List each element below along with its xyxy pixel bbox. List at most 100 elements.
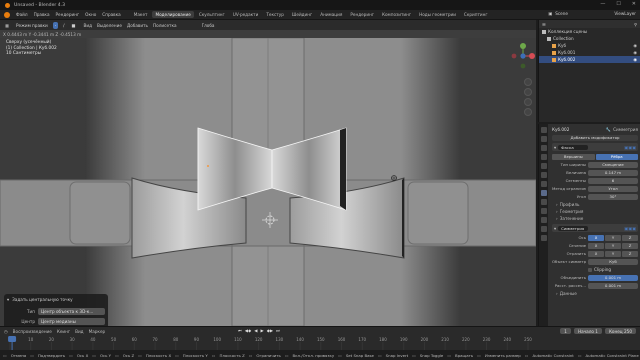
bisect-distance-field[interactable]: 0.001 m — [588, 282, 638, 289]
bevel-subpanel[interactable]: › Геометрия — [552, 208, 638, 215]
bevel-property-field[interactable]: 0.147 m — [588, 169, 638, 176]
prev-keyframe-icon[interactable]: ◀◆ — [245, 328, 251, 333]
start-frame-field[interactable]: 1 — [595, 329, 598, 334]
viewport-menu-item[interactable]: Добавить — [127, 23, 148, 28]
grid-icon[interactable] — [524, 108, 532, 116]
workspace-tab[interactable]: Макет — [131, 11, 151, 18]
workspace-tab[interactable]: Композитинг — [379, 11, 414, 18]
scene-tab-icon[interactable] — [540, 163, 547, 169]
physics-tab-icon[interactable] — [540, 208, 547, 214]
workspace-tab[interactable]: Рендеринг — [347, 11, 377, 18]
filter-icon[interactable]: ⚲ — [634, 22, 637, 27]
axis-toggle-x[interactable]: X — [588, 234, 604, 241]
edges-mode[interactable]: Рёбра — [595, 153, 638, 160]
mode-selector[interactable]: Режим правки — [13, 21, 50, 29]
axis-toggle-y[interactable]: Y — [605, 242, 621, 249]
outliner-row[interactable]: Куб.002 ◉ — [539, 56, 640, 63]
world-tab-icon[interactable] — [540, 172, 547, 178]
blender-logo-icon[interactable] — [4, 11, 10, 18]
next-keyframe-icon[interactable]: ◆▶ — [267, 328, 273, 333]
chevron-down-icon[interactable]: ▾ — [554, 226, 556, 231]
menu-item[interactable]: Рендеринг — [56, 12, 80, 17]
bevel-property-field[interactable]: Смещение — [588, 161, 638, 168]
mirror-modifier-name[interactable]: Симметрия — [558, 225, 589, 231]
modifier-visibility-icons[interactable]: ▣▣▣ — [624, 145, 636, 150]
menu-item[interactable]: Справка — [102, 12, 120, 17]
constraints-tab-icon[interactable] — [540, 217, 547, 223]
render-tab-icon[interactable] — [540, 136, 547, 142]
outliner-row[interactable]: Куб.001 ◉ — [539, 49, 640, 56]
merge-distance-field[interactable]: 0.001 m — [588, 274, 638, 281]
scene-canvas[interactable] — [0, 38, 536, 326]
workspace-tab[interactable]: Текстур — [263, 11, 287, 18]
material-tab-icon[interactable] — [540, 235, 547, 241]
outliner-row[interactable]: Коллекция сцены — [539, 28, 640, 35]
play-reverse-icon[interactable]: ◀ — [254, 328, 257, 333]
timeline-menu-item[interactable]: Маркер — [89, 329, 106, 334]
maximize-icon[interactable]: ☐ — [616, 1, 620, 7]
mirror-object-field[interactable]: Куб — [588, 258, 638, 265]
visibility-eye-icon[interactable]: ◉ — [633, 43, 637, 48]
workspace-tab[interactable]: UV-редакти — [230, 11, 262, 18]
bevel-property-field[interactable]: 6 — [588, 177, 638, 184]
bevel-modifier-name[interactable]: Фаска — [558, 144, 589, 150]
object-tab-icon[interactable] — [540, 181, 547, 187]
bevel-affect-toggle[interactable]: Вершины Рёбра — [552, 153, 638, 160]
bevel-property-field[interactable]: Угол — [588, 185, 638, 192]
camera-icon[interactable] — [524, 98, 532, 106]
workspace-tab[interactable]: Скульптинг — [196, 11, 228, 18]
particles-tab-icon[interactable] — [540, 199, 547, 205]
workspace-tab[interactable]: Шейдинг — [289, 11, 315, 18]
transform-orientation[interactable]: Глоба — [199, 21, 217, 29]
add-modifier-button[interactable]: Добавить модификатор — [552, 134, 638, 141]
viewport-menu-item[interactable]: Вид — [83, 23, 92, 28]
tool-tab-icon[interactable] — [540, 127, 547, 133]
zoom-icon[interactable] — [524, 78, 532, 86]
bevel-modifier-header[interactable]: ▾ Фаска ▣▣▣ — [552, 143, 638, 151]
workspace-tab[interactable]: Анимация — [317, 11, 345, 18]
end-frame-field[interactable]: 250 — [624, 329, 632, 334]
axis-toggle-x[interactable]: X — [588, 242, 604, 249]
viewport-menu-item[interactable]: Выделение — [97, 23, 122, 28]
editor-type-icon[interactable]: ▦ — [3, 21, 11, 29]
flip-toggle[interactable]: XYZ — [588, 250, 638, 257]
navigation-gizmo[interactable] — [510, 42, 536, 76]
menu-item[interactable]: Файл — [16, 12, 28, 17]
close-icon[interactable]: ✕ — [632, 1, 636, 7]
bevel-property-field[interactable]: 30° — [588, 193, 638, 200]
bevel-subpanel[interactable]: › Профиль — [552, 201, 638, 208]
outliner-editor-icon[interactable]: ☰ — [542, 22, 546, 27]
outliner-row[interactable]: Куб ◉ — [539, 42, 640, 49]
menu-item[interactable]: Окно — [85, 12, 96, 17]
3d-viewport[interactable]: ▦ Режим правки · / ■ Вид Выделение Добавит… — [0, 20, 536, 326]
playhead[interactable] — [8, 336, 17, 342]
chevron-down-icon[interactable]: ▾ — [554, 145, 556, 150]
minimize-icon[interactable]: — — [600, 1, 605, 7]
center-dropdown[interactable]: Центр медианы — [38, 318, 105, 325]
clipping-checkbox[interactable] — [588, 267, 592, 272]
outliner-row[interactable]: Collection — [539, 35, 640, 42]
view-layer-selector[interactable]: ViewLayer — [614, 11, 636, 16]
type-dropdown[interactable]: Центр объекта к 3D-к... — [38, 308, 105, 315]
axis-toggle-y[interactable]: Y — [605, 234, 621, 241]
workspace-tab[interactable]: Ноды геометрии — [416, 11, 459, 18]
face-select-icon[interactable]: ■ — [69, 21, 78, 29]
visibility-eye-icon[interactable]: ◉ — [633, 57, 637, 62]
axis-toggle-z[interactable]: Z — [622, 250, 638, 257]
workspace-tab[interactable]: Скриптинг — [461, 11, 491, 18]
vertex-select-icon[interactable]: · — [52, 21, 59, 29]
jump-start-icon[interactable]: ⏮ — [238, 328, 242, 333]
bevel-subpanel[interactable]: › Затенение — [552, 215, 638, 222]
axis-toggle-y[interactable]: Y — [605, 250, 621, 257]
axis-toggle-x[interactable]: X — [588, 250, 604, 257]
current-frame-field[interactable]: 1 — [560, 328, 571, 334]
play-icon[interactable]: ▶ — [260, 328, 263, 333]
workspace-tab[interactable]: Моделирование — [152, 11, 194, 18]
viewport-menu-item[interactable]: Полисетка — [153, 23, 177, 28]
axis-toggle-z[interactable]: Z — [622, 242, 638, 249]
timeline-menu-item[interactable]: Воспроизведение — [13, 329, 52, 334]
vertices-mode[interactable]: Вершины — [552, 153, 595, 160]
chevron-down-icon[interactable]: ▾ — [7, 297, 9, 302]
mirror-modifier-header[interactable]: ▾ Симметрия ▣▣▣ — [552, 224, 638, 232]
timeline-ruler[interactable]: 0102030405060708090100110120130140150160… — [0, 336, 640, 350]
